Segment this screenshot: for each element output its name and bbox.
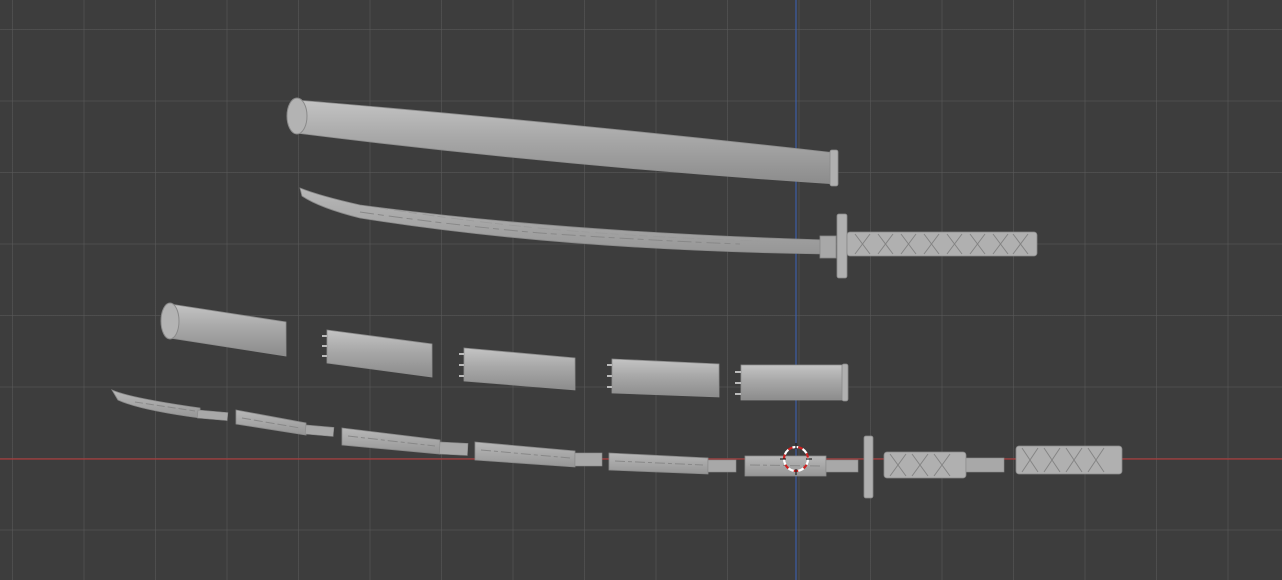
habaki-segment[interactable]	[825, 459, 859, 473]
tsuka-segment-1[interactable]	[883, 451, 1005, 479]
saya-scabbard[interactable]	[286, 97, 839, 187]
saya-segment-1[interactable]	[160, 302, 287, 357]
scene-objects	[111, 97, 1123, 499]
katana-assembled[interactable]	[299, 187, 1038, 279]
blade-segment-3[interactable]	[341, 427, 469, 456]
blade-segment-2[interactable]	[235, 409, 335, 437]
blade-segment-5[interactable]	[608, 452, 737, 475]
tsuka-segment-2[interactable]	[1015, 445, 1123, 475]
saya-segment-3[interactable]	[459, 347, 576, 391]
saya-segment-5[interactable]	[735, 363, 849, 402]
blade-segment-1[interactable]	[111, 389, 229, 421]
saya-segment-2[interactable]	[322, 329, 433, 378]
saya-segment-4[interactable]	[607, 358, 720, 398]
tsuba-guard[interactable]	[863, 435, 874, 499]
blade-segment-4[interactable]	[474, 441, 603, 468]
3d-viewport[interactable]	[0, 0, 1282, 580]
